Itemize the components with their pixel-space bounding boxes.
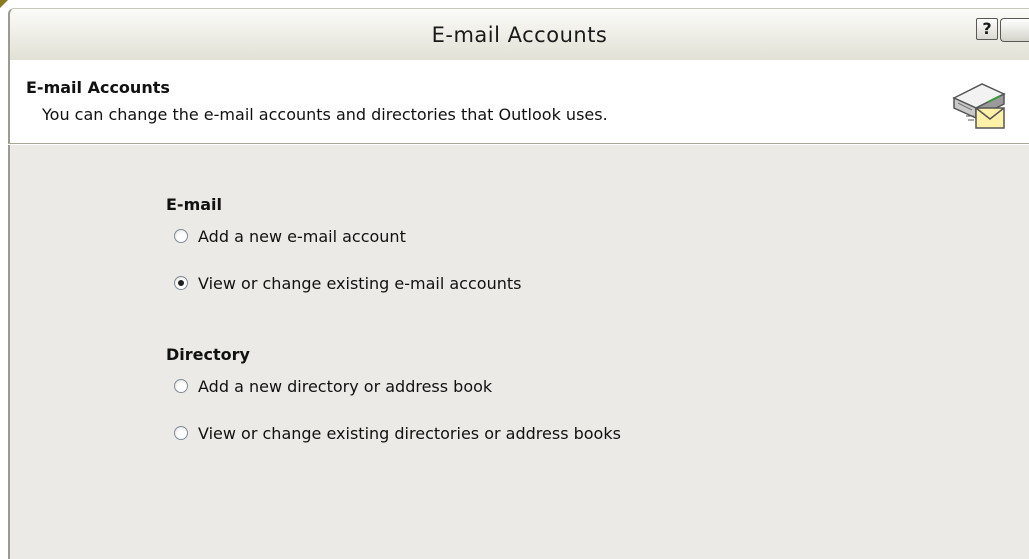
view-email-accounts-radio[interactable] — [174, 276, 188, 290]
add-email-account-radio[interactable] — [174, 229, 188, 243]
close-button[interactable] — [1000, 18, 1029, 42]
add-directory-option[interactable]: Add a new directory or address book — [174, 375, 492, 397]
header-panel: E-mail Accounts You can change the e-mai… — [8, 60, 1029, 143]
view-directories-radio[interactable] — [174, 426, 188, 440]
email-group-title: E-mail — [166, 195, 223, 214]
email-accounts-window: E-mail Accounts ? E-mail Accounts You ca… — [0, 0, 1029, 559]
radio-selected-dot — [178, 280, 184, 286]
view-email-accounts-label[interactable]: View or change existing e-mail accounts — [198, 274, 521, 293]
view-directories-label[interactable]: View or change existing directories or a… — [198, 424, 621, 443]
title-bar[interactable]: E-mail Accounts ? — [8, 8, 1029, 60]
add-email-account-option[interactable]: Add a new e-mail account — [174, 225, 406, 247]
add-directory-label[interactable]: Add a new directory or address book — [198, 377, 492, 396]
add-directory-radio[interactable] — [174, 379, 188, 393]
email-accounts-icon — [952, 83, 1006, 129]
window-title: E-mail Accounts — [431, 23, 608, 47]
view-email-accounts-option[interactable]: View or change existing e-mail accounts — [174, 272, 521, 294]
options-panel: E-mail Add a new e-mail account View or … — [8, 145, 1029, 559]
help-button[interactable]: ? — [976, 18, 998, 40]
directory-group-title: Directory — [166, 345, 250, 364]
header-title: E-mail Accounts — [26, 78, 170, 97]
header-description: You can change the e-mail accounts and d… — [42, 105, 608, 124]
add-email-account-label[interactable]: Add a new e-mail account — [198, 227, 406, 246]
view-directories-option[interactable]: View or change existing directories or a… — [174, 422, 621, 444]
window-corner-mark — [0, 0, 8, 8]
